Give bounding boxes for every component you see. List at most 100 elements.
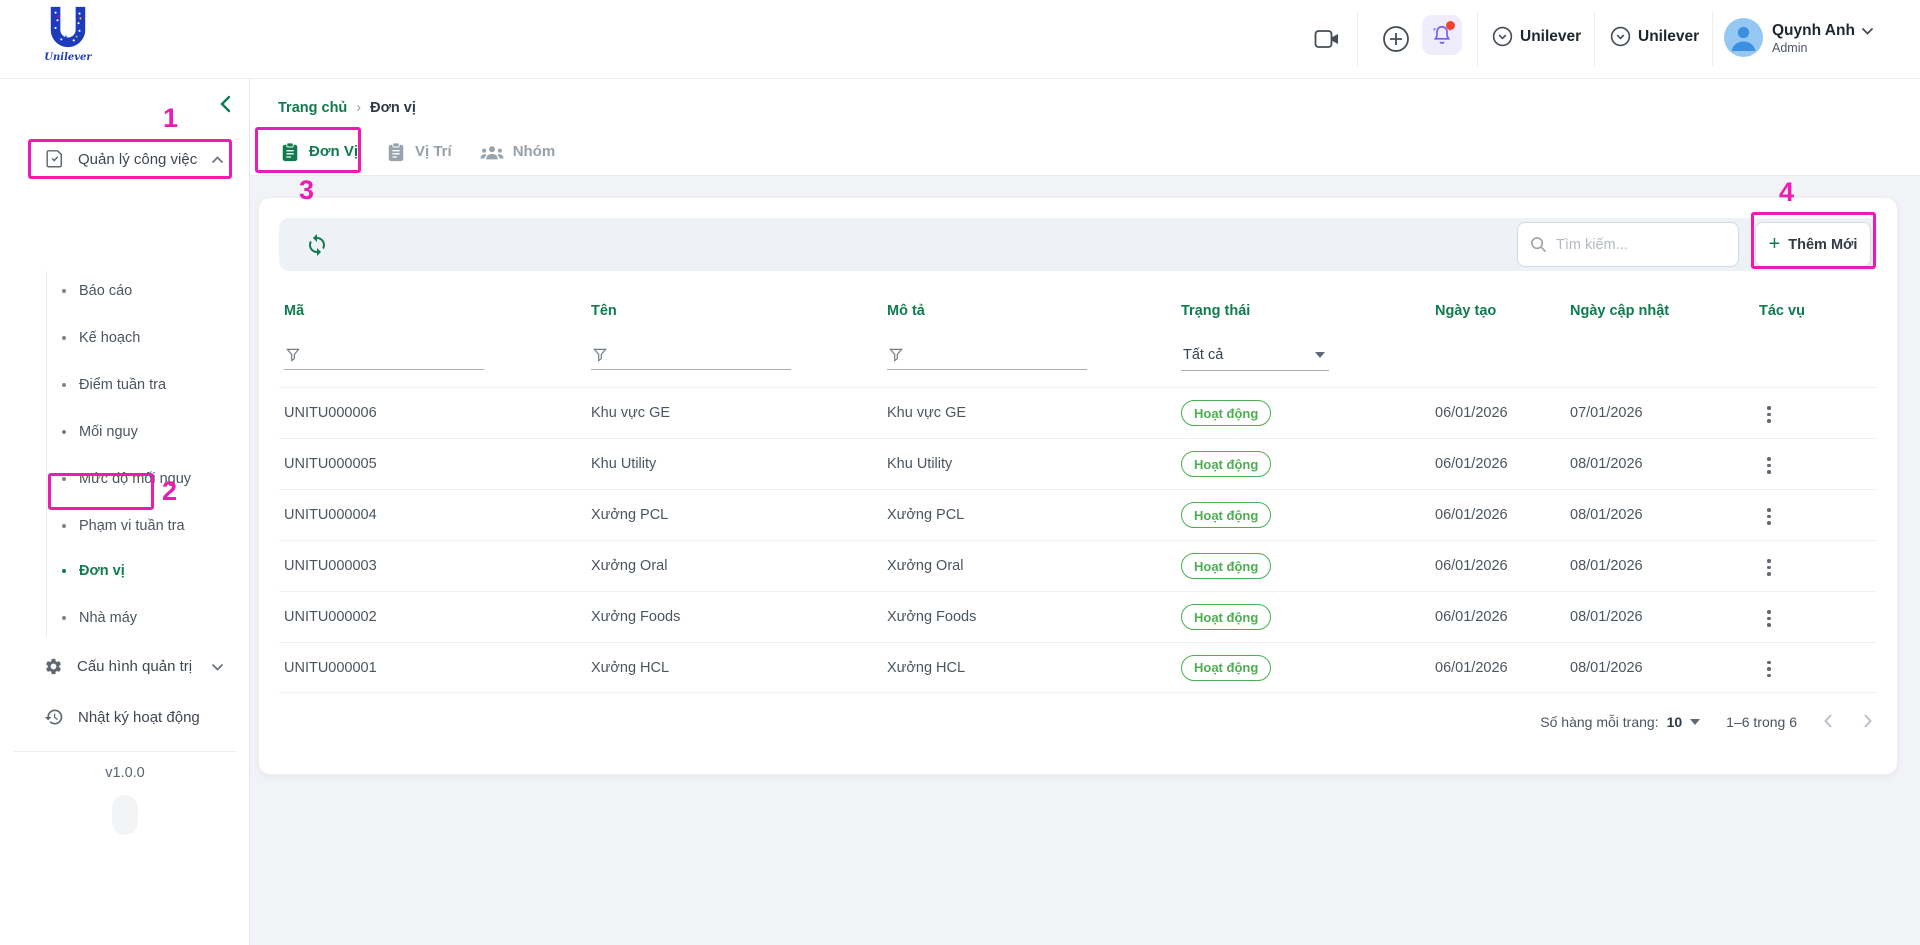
- table-row[interactable]: UNITU000003 Xưởng Oral Xưởng Oral Hoạt đ…: [279, 540, 1877, 591]
- row-actions-menu-button[interactable]: [1759, 604, 1779, 633]
- sidebar-item-nhat-ky-hoat-dong[interactable]: Nhật ký hoạt động: [0, 697, 250, 737]
- rows-per-page-label: Số hàng mỗi trang:: [1540, 714, 1658, 730]
- sidebar-collapse-button[interactable]: [218, 95, 233, 118]
- bullet-icon: [62, 524, 66, 528]
- sidebar-item-moi-nguy[interactable]: Mối nguy: [0, 408, 250, 455]
- breadcrumb-home[interactable]: Trang chủ: [278, 100, 347, 116]
- table-row[interactable]: UNITU000006 Khu vực GE Khu vực GE Hoạt đ…: [279, 387, 1877, 438]
- refresh-icon: [305, 233, 329, 257]
- sidebar-item-pham-vi-tuan-tra[interactable]: Phạm vi tuần tra: [0, 502, 250, 549]
- row-actions-menu-button[interactable]: [1759, 502, 1779, 531]
- tab-nhom[interactable]: Nhóm: [466, 128, 570, 175]
- sidebar-item-label: Báo cáo: [79, 283, 132, 299]
- cell-created-date: 06/01/2026: [1430, 507, 1565, 523]
- cell-updated-date: 08/01/2026: [1565, 660, 1735, 676]
- sidebar-item-label: Nhật ký hoạt động: [78, 709, 200, 726]
- sidebar-group-cau-hinh-quan-tri[interactable]: Cấu hình quản trị: [0, 646, 250, 686]
- unilever-logo-text: Unilever: [42, 52, 94, 63]
- filter-input-ma[interactable]: [284, 348, 484, 370]
- cell-updated-date: 08/01/2026: [1565, 456, 1735, 472]
- search-input[interactable]: [1556, 237, 1716, 253]
- sidebar-item-ke-hoach[interactable]: Kế hoạch: [0, 314, 250, 361]
- tab-label: Nhóm: [513, 143, 556, 160]
- user-menu[interactable]: Quynh Anh Admin: [1772, 22, 1874, 55]
- cell-created-date: 06/01/2026: [1430, 609, 1565, 625]
- org-switcher-1[interactable]: Unilever: [1492, 26, 1581, 47]
- org-label: Unilever: [1520, 28, 1581, 46]
- filter-input-ten[interactable]: [591, 348, 791, 370]
- header-divider: [1594, 12, 1595, 66]
- sidebar-item-nha-may[interactable]: Nhà máy: [0, 594, 250, 641]
- pagination-next-button[interactable]: [1863, 713, 1873, 732]
- chevron-down-icon: [1861, 27, 1874, 36]
- notifications-button[interactable]: [1422, 15, 1462, 55]
- kebab-dot: [1767, 610, 1771, 614]
- table-row[interactable]: UNITU000005 Khu Utility Khu Utility Hoạt…: [279, 438, 1877, 489]
- cell-created-date: 06/01/2026: [1430, 405, 1565, 421]
- breadcrumb-separator: ›: [356, 100, 361, 116]
- tab-label: Vị Trí: [415, 143, 452, 160]
- row-actions-menu-button[interactable]: [1759, 553, 1779, 582]
- filter-input-mo-ta[interactable]: [887, 348, 1087, 370]
- sidebar-group-quan-ly-cong-viec[interactable]: Quản lý công việc: [0, 139, 250, 179]
- table-filter-row: Tất cả: [279, 331, 1877, 387]
- person-icon: [1724, 18, 1763, 57]
- chevron-down-icon: [211, 658, 224, 675]
- cell-created-date: 06/01/2026: [1430, 660, 1565, 676]
- tab-vi-tri[interactable]: Vị Trí: [372, 128, 466, 175]
- cell-description: Xưởng Foods: [882, 609, 1176, 625]
- row-actions-menu-button[interactable]: [1759, 451, 1779, 480]
- sidebar-item-label: Điểm tuần tra: [79, 377, 166, 393]
- pagination-prev-button[interactable]: [1823, 713, 1833, 732]
- sidebar-group-label: Quản lý công việc: [78, 151, 197, 168]
- table-toolbar: + Thêm Mới: [279, 218, 1877, 271]
- table-row[interactable]: UNITU000002 Xưởng Foods Xưởng Foods Hoạt…: [279, 591, 1877, 642]
- chevron-circle-icon: [1610, 26, 1631, 47]
- row-actions-menu-button[interactable]: [1759, 655, 1779, 684]
- user-avatar[interactable]: [1724, 18, 1763, 57]
- tab-don-vi[interactable]: Đơn Vị: [266, 128, 372, 175]
- cell-code: UNITU000001: [279, 660, 586, 676]
- clipboard-icon: [280, 142, 300, 162]
- unilever-logo[interactable]: Unilever: [42, 5, 94, 63]
- sidebar-item-label: Phạm vi tuần tra: [79, 518, 185, 534]
- cell-description: Khu Utility: [882, 456, 1176, 472]
- cell-code: UNITU000002: [279, 609, 586, 625]
- sidebar: Quản lý công việc Báo cáo Kế hoạch Điểm …: [0, 79, 250, 945]
- kebab-dot: [1767, 617, 1771, 621]
- table-row[interactable]: UNITU000001 Xưởng HCL Xưởng HCL Hoạt độn…: [279, 642, 1877, 693]
- kebab-dot: [1767, 667, 1771, 671]
- video-icon[interactable]: [1314, 28, 1341, 55]
- org-label: Unilever: [1638, 28, 1699, 46]
- kebab-dot: [1767, 508, 1771, 512]
- sidebar-item-label: Nhà máy: [79, 610, 137, 626]
- kebab-dot: [1767, 413, 1771, 417]
- cell-name: Xưởng PCL: [586, 507, 882, 523]
- add-new-button[interactable]: + Thêm Mới: [1755, 222, 1871, 267]
- sidebar-item-diem-tuan-tra[interactable]: Điểm tuần tra: [0, 361, 250, 408]
- refresh-button[interactable]: [305, 233, 329, 257]
- sidebar-item-don-vi[interactable]: Đơn vị: [0, 547, 250, 594]
- plus-icon: +: [1769, 234, 1781, 254]
- column-header-trang-thai: Trạng thái: [1176, 303, 1430, 319]
- sidebar-item-bao-cao[interactable]: Báo cáo: [0, 267, 250, 314]
- org-switcher-2[interactable]: Unilever: [1610, 26, 1699, 47]
- column-header-ma: Mã: [279, 303, 586, 319]
- kebab-dot: [1767, 470, 1771, 474]
- kebab-dot: [1767, 457, 1771, 461]
- groups-icon: [480, 143, 504, 161]
- row-actions-menu-button[interactable]: [1759, 400, 1779, 429]
- sidebar-item-muc-do-moi-nguy[interactable]: Mức độ mối nguy: [0, 455, 250, 502]
- add-circle-icon[interactable]: [1382, 25, 1410, 58]
- column-header-ngay-cap-nhat: Ngày cập nhật: [1565, 303, 1735, 319]
- status-filter-select[interactable]: Tất cả: [1181, 347, 1329, 371]
- kebab-dot: [1767, 623, 1771, 627]
- cell-code: UNITU000005: [279, 456, 586, 472]
- sidebar-group-label: Cấu hình quản trị: [77, 658, 192, 675]
- status-badge: Hoạt động: [1181, 655, 1271, 681]
- status-badge: Hoạt động: [1181, 400, 1271, 426]
- notification-badge-dot: [1446, 21, 1455, 30]
- column-header-mo-ta: Mô tả: [882, 303, 1176, 319]
- table-row[interactable]: UNITU000004 Xưởng PCL Xưởng PCL Hoạt độn…: [279, 489, 1877, 540]
- rows-per-page-control[interactable]: Số hàng mỗi trang: 10: [1540, 714, 1700, 730]
